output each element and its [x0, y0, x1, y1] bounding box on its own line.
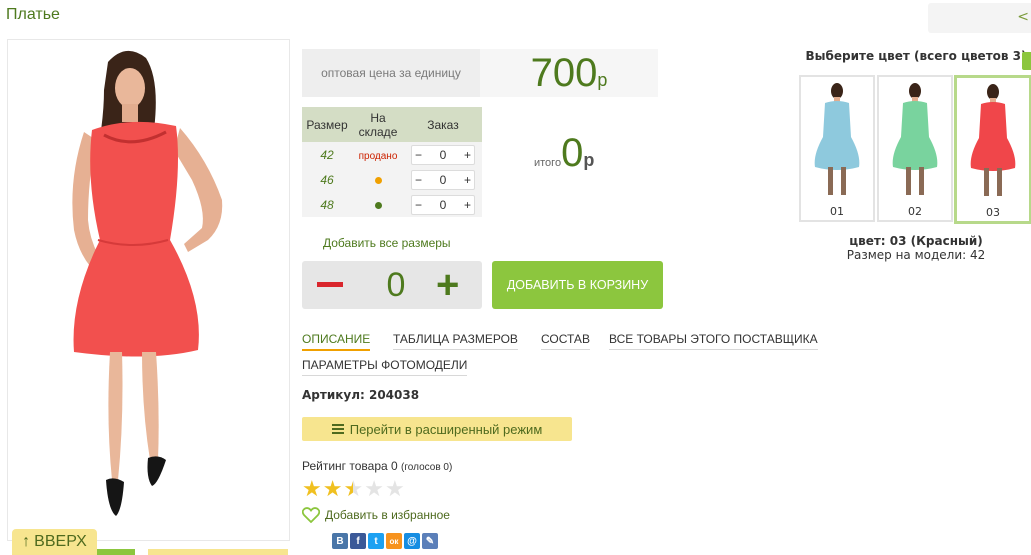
- size-value: 42: [302, 142, 352, 167]
- order-total: итого 0 р: [534, 133, 594, 173]
- selected-color-info: цвет: 03 (Красный) Размер на модели: 42: [800, 234, 1031, 262]
- scroll-up-button[interactable]: ↑ ВВЕРХ: [12, 529, 97, 555]
- color-picker-title: Выберите цвет (всего цветов 3): [805, 49, 1027, 63]
- add-to-cart-button[interactable]: ДОБАВИТЬ В КОРЗИНУ: [492, 261, 663, 309]
- size-column-header: Размер: [302, 107, 352, 142]
- favorites-label: Добавить в избранное: [325, 508, 450, 522]
- star-icon[interactable]: ★: [364, 479, 384, 501]
- model-size: Размер на модели: 42: [846, 248, 986, 262]
- price-label: оптовая цена за единицу: [302, 49, 480, 97]
- size-table: Размер На складе Заказ 42 продано − 0 + 46…: [302, 107, 482, 217]
- add-to-favorites-link[interactable]: Добавить в избранное: [302, 507, 450, 523]
- color-option-label: 02: [908, 205, 922, 218]
- bottom-yellow-button[interactable]: [148, 549, 288, 555]
- price-block: оптовая цена за единицу 700 р: [302, 49, 658, 97]
- thumbnail-scroll-handle[interactable]: [1022, 52, 1031, 70]
- color-option-02[interactable]: 02: [877, 75, 953, 222]
- product-photo[interactable]: [7, 39, 290, 541]
- bottom-green-button[interactable]: [97, 549, 135, 555]
- quantity-stepper[interactable]: − 0 +: [411, 169, 475, 190]
- total-label: итого: [534, 157, 562, 169]
- selected-color: цвет: 03 (Красный): [849, 234, 983, 248]
- minus-icon[interactable]: [317, 282, 343, 287]
- total-quantity-stepper: 0 +: [302, 261, 482, 309]
- total-currency: р: [583, 150, 595, 170]
- product-rating: Рейтинг товара 0 (голосов 0): [302, 459, 452, 473]
- tab-description[interactable]: ОПИСАНИЕ: [302, 332, 371, 351]
- price-value: 700: [530, 51, 598, 95]
- total-quantity-value: 0: [386, 266, 406, 304]
- odnoklassniki-icon[interactable]: ок: [386, 533, 402, 549]
- advanced-mode-button[interactable]: Перейти в расширенный режим: [302, 417, 572, 441]
- heart-icon: [302, 507, 320, 523]
- quantity-value: 0: [439, 197, 447, 212]
- quantity-stepper[interactable]: − 0 +: [411, 194, 475, 215]
- minus-icon[interactable]: −: [415, 148, 422, 162]
- social-share: В f t ок @ ✎: [332, 533, 440, 549]
- table-row: 46 − 0 +: [302, 167, 482, 192]
- add-all-sizes-link[interactable]: Добавить все размеры: [323, 236, 451, 250]
- stock-status: продано: [358, 150, 398, 162]
- mailru-icon[interactable]: @: [404, 533, 420, 549]
- plus-icon[interactable]: +: [464, 198, 471, 212]
- tab-model-params[interactable]: ПАРАМЕТРЫ ФОТОМОДЕЛИ: [302, 358, 468, 376]
- size-value: 48: [302, 192, 352, 217]
- model-thumbnail-illustration: [814, 83, 860, 195]
- twitter-icon[interactable]: t: [368, 533, 384, 549]
- total-value: 0: [561, 131, 584, 175]
- color-option-label: 01: [830, 205, 844, 218]
- plus-icon[interactable]: +: [464, 148, 471, 162]
- stock-column-header: На складе: [352, 107, 404, 142]
- stock-limited-dot-icon: [374, 176, 382, 184]
- minus-icon[interactable]: −: [415, 198, 422, 212]
- tab-supplier-products[interactable]: ВСЕ ТОВАРЫ ЭТОГО ПОСТАВЩИКА: [609, 332, 818, 350]
- star-icon[interactable]: ★: [302, 479, 322, 501]
- facebook-icon[interactable]: f: [350, 533, 366, 549]
- rating-text: Рейтинг товара 0: [302, 459, 398, 473]
- advanced-mode-label: Перейти в расширенный режим: [349, 421, 543, 437]
- color-option-01[interactable]: 01: [799, 75, 875, 222]
- tab-size-chart[interactable]: ТАБЛИЦА РАЗМЕРОВ: [393, 332, 518, 350]
- scroll-up-label: ВВЕРХ: [34, 533, 87, 550]
- stock-available-dot-icon: [374, 201, 382, 209]
- table-row: 42 продано − 0 +: [302, 142, 482, 167]
- star-icon[interactable]: ★: [323, 479, 343, 501]
- order-column-header: Заказ: [404, 107, 482, 142]
- color-option-03[interactable]: 03: [954, 75, 1031, 224]
- price-value-box: 700 р: [480, 49, 658, 97]
- model-photo-illustration: [72, 50, 223, 516]
- vk-icon[interactable]: В: [332, 533, 348, 549]
- quantity-value: 0: [439, 172, 447, 187]
- star-half-icon[interactable]: ★: [343, 479, 363, 501]
- article-number: Артикул: 204038: [302, 388, 420, 402]
- table-row: 48 − 0 +: [302, 192, 482, 217]
- star-icon[interactable]: ★: [385, 479, 405, 501]
- page-title: Платье: [6, 6, 60, 23]
- top-nav-button[interactable]: <: [928, 3, 1031, 33]
- quantity-stepper[interactable]: − 0 +: [411, 144, 475, 165]
- chevron-left-icon: <: [1017, 9, 1029, 25]
- tab-composition[interactable]: СОСТАВ: [541, 332, 590, 350]
- rating-votes: (голосов 0): [401, 462, 453, 473]
- color-option-label: 03: [986, 206, 1000, 219]
- price-currency: р: [597, 70, 608, 90]
- plus-icon[interactable]: +: [436, 265, 459, 305]
- list-icon: [331, 422, 344, 436]
- rating-stars[interactable]: ★ ★ ★ ★ ★: [302, 479, 406, 501]
- size-value: 46: [302, 167, 352, 192]
- model-thumbnail-illustration: [892, 83, 938, 195]
- model-thumbnail-illustration: [970, 84, 1016, 196]
- plus-icon[interactable]: +: [464, 173, 471, 187]
- arrow-up-icon: ↑: [22, 533, 31, 550]
- minus-icon[interactable]: −: [415, 173, 422, 187]
- livejournal-icon[interactable]: ✎: [422, 533, 438, 549]
- quantity-value: 0: [439, 147, 447, 162]
